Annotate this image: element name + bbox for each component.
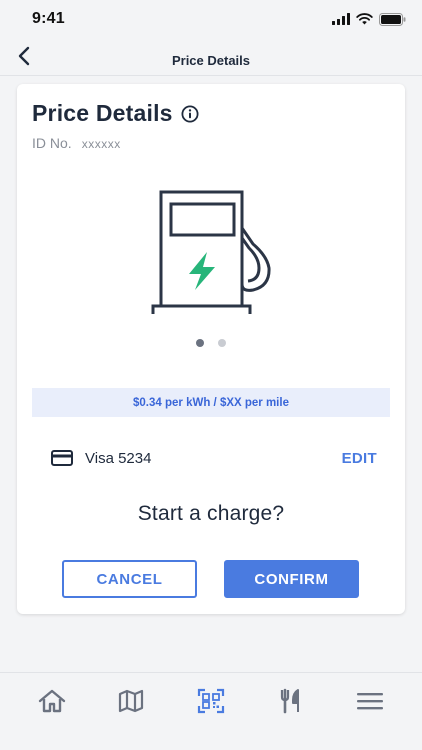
- station-id: ID No. xxxxxx: [32, 135, 121, 151]
- start-charge-prompt: Start a charge?: [137, 502, 285, 525]
- confirm-button[interactable]: CONFIRM: [224, 560, 359, 598]
- status-time: 9:41: [32, 10, 65, 27]
- status-bar: 9:41: [0, 0, 422, 38]
- signal-icon: [332, 13, 350, 25]
- payment-card-label: Visa 5234: [85, 449, 152, 467]
- tab-map[interactable]: [115, 687, 147, 715]
- battery-icon: [379, 12, 406, 26]
- tab-home[interactable]: [36, 687, 68, 715]
- qr-scan-icon: [197, 688, 225, 714]
- price-details-card: Price Details ID No. xxxxxx $0.34 per kW…: [17, 84, 405, 614]
- carousel-dot-2[interactable]: [218, 339, 226, 347]
- tab-scan[interactable]: [195, 687, 227, 715]
- tab-bar: [0, 672, 422, 750]
- wifi-icon: [356, 13, 373, 25]
- id-value: xxxxxx: [81, 137, 121, 151]
- hamburger-menu-icon: [357, 693, 383, 710]
- carousel-pager: [17, 339, 405, 347]
- tab-dining[interactable]: [275, 687, 307, 715]
- nav-header: Price Details: [0, 38, 422, 76]
- card-title: Price Details: [32, 100, 173, 126]
- price-banner: $0.34 per kWh / $XX per mile: [32, 388, 390, 417]
- info-icon[interactable]: [181, 105, 199, 123]
- home-icon: [38, 689, 66, 713]
- status-icons: [332, 12, 406, 26]
- payment-method-row: Visa 5234 EDIT: [51, 447, 377, 469]
- cancel-button[interactable]: CANCEL: [62, 560, 197, 598]
- ev-charger-icon: [151, 190, 271, 314]
- map-icon: [118, 689, 144, 713]
- edit-payment-link[interactable]: EDIT: [342, 450, 377, 467]
- header-title: Price Details: [171, 53, 251, 68]
- id-label: ID No.: [32, 135, 72, 151]
- tab-menu[interactable]: [354, 687, 386, 715]
- credit-card-icon: [51, 450, 73, 466]
- carousel-dot-1[interactable]: [196, 339, 204, 347]
- card-title-row: Price Details: [32, 100, 199, 127]
- fork-knife-icon: [280, 688, 299, 714]
